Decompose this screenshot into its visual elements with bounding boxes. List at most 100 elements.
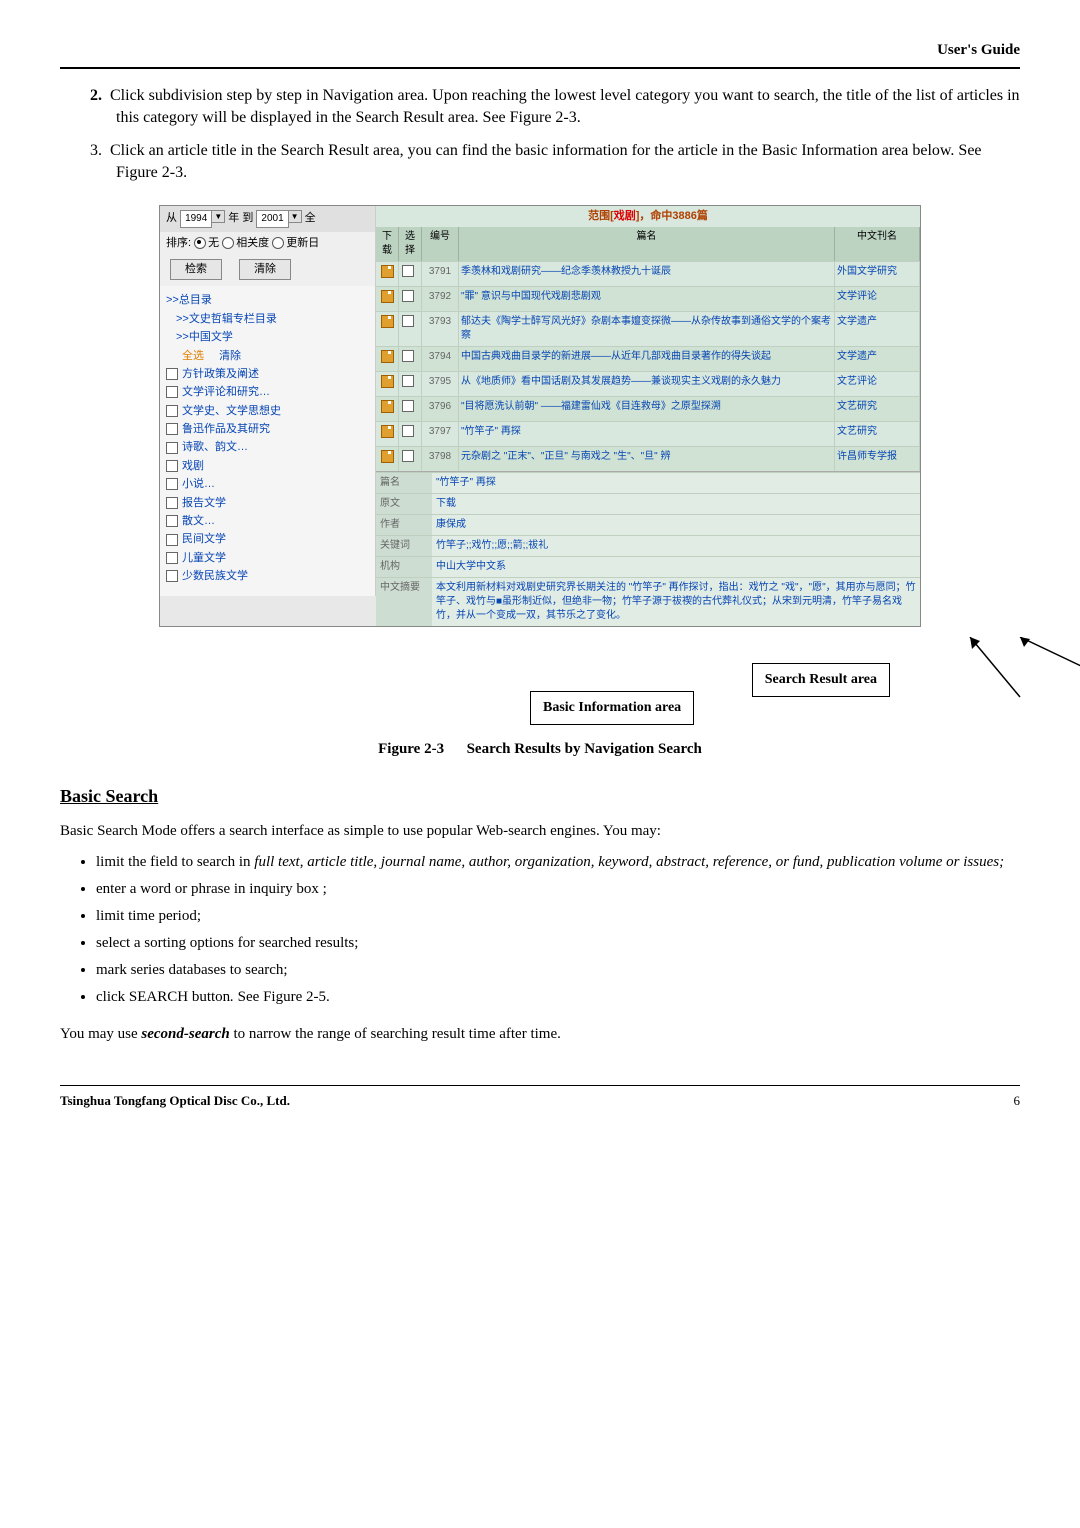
row-title[interactable]: 季羡林和戏剧研究——纪念季羡林教授九十诞辰 (459, 262, 835, 286)
checkbox-icon[interactable] (166, 570, 178, 582)
select-cell[interactable] (399, 287, 422, 311)
download-cell[interactable] (376, 287, 399, 311)
checkbox-icon[interactable] (166, 405, 178, 417)
row-journal[interactable]: 文学评论 (835, 287, 920, 311)
tree-item[interactable]: 小说… (166, 477, 369, 492)
disk-icon[interactable] (381, 400, 394, 413)
tree-item[interactable]: 文学评论和研究… (166, 385, 369, 400)
checkbox-icon[interactable] (402, 290, 414, 302)
select-cell[interactable] (399, 422, 422, 446)
step-3-num: 3. (90, 142, 102, 159)
disk-icon[interactable] (381, 375, 394, 388)
checkbox-icon[interactable] (166, 442, 178, 454)
disk-icon[interactable] (381, 315, 394, 328)
checkbox-icon[interactable] (166, 423, 178, 435)
disk-icon[interactable] (381, 425, 394, 438)
tree-root[interactable]: >>总目录 (166, 293, 369, 308)
section-basic-search: Basic Search (60, 784, 1020, 809)
checkbox-icon[interactable] (166, 368, 178, 380)
tree-item[interactable]: 少数民族文学 (166, 569, 369, 584)
row-journal[interactable]: 文学遗产 (835, 347, 920, 371)
select-cell[interactable] (399, 447, 422, 471)
tree-clear[interactable]: 清除 (219, 350, 241, 362)
tree-item[interactable]: 民间文学 (166, 532, 369, 547)
year-to-select[interactable]: 2001 (256, 210, 288, 228)
disk-icon[interactable] (381, 450, 394, 463)
tree-item[interactable]: 鲁迅作品及其研究 (166, 422, 369, 437)
year-from-select[interactable]: 1994 (180, 210, 212, 228)
tree-actions: 全选 清除 (176, 349, 369, 364)
download-cell[interactable] (376, 372, 399, 396)
tree-node-1[interactable]: >>文史哲辑专栏目录 (176, 312, 369, 327)
checkbox-icon[interactable] (402, 425, 414, 437)
checkbox-icon[interactable] (402, 265, 414, 277)
category-tree: >>总目录 >>文史哲辑专栏目录 >>中国文学 全选 清除 方针政策及阐述文学评… (160, 286, 375, 595)
figure-2-3: 从 1994▼ 年 到 2001▼ 全 排序: 无 相关度 更新日 检索 清除 … (60, 205, 1020, 760)
tree-item[interactable]: 方针政策及阐述 (166, 367, 369, 382)
row-journal[interactable]: 文艺研究 (835, 397, 920, 421)
checkbox-icon[interactable] (166, 497, 178, 509)
download-cell[interactable] (376, 347, 399, 371)
row-title[interactable]: "竹竿子" 再探 (459, 422, 835, 446)
tree-node-2[interactable]: >>中国文学 (176, 330, 369, 345)
row-title[interactable]: 郁达夫《陶学士醉写风光好》杂剧本事嬗变探微——从杂传故事到通俗文学的个案考察 (459, 312, 835, 346)
disk-icon[interactable] (381, 350, 394, 363)
tree-item[interactable]: 诗歌、韵文… (166, 440, 369, 455)
checkbox-icon[interactable] (166, 552, 178, 564)
checkbox-icon[interactable] (402, 350, 414, 362)
row-journal[interactable]: 文学遗产 (835, 312, 920, 346)
all-label: 全 (305, 212, 316, 224)
row-journal[interactable]: 许昌师专学报 (835, 447, 920, 471)
checkbox-icon[interactable] (166, 534, 178, 546)
disk-icon[interactable] (381, 265, 394, 278)
tree-item[interactable]: 戏剧 (166, 459, 369, 474)
tree-item[interactable]: 儿童文学 (166, 551, 369, 566)
tree-item-label: 小说… (182, 478, 215, 490)
chevron-down-icon[interactable]: ▼ (212, 210, 225, 223)
row-title[interactable]: "目将愿洗认前朝" ——福建雷仙戏《目连救母》之原型探溯 (459, 397, 835, 421)
disk-icon[interactable] (381, 290, 394, 303)
download-cell[interactable] (376, 422, 399, 446)
bullet-3: limit time period; (96, 906, 1020, 927)
dv-src[interactable]: 下载 (432, 494, 920, 514)
checkbox-icon[interactable] (402, 375, 414, 387)
row-journal[interactable]: 文艺研究 (835, 422, 920, 446)
row-title[interactable]: 元杂剧之 "正末"、"正旦" 与南戏之 "生"、"旦" 辨 (459, 447, 835, 471)
download-cell[interactable] (376, 262, 399, 286)
checkbox-icon[interactable] (166, 386, 178, 398)
download-cell[interactable] (376, 397, 399, 421)
download-cell[interactable] (376, 447, 399, 471)
row-title[interactable]: 中国古典戏曲目录学的新进展——从近年几部戏曲目录著作的得失谈起 (459, 347, 835, 371)
row-journal[interactable]: 外国文学研究 (835, 262, 920, 286)
row-title[interactable]: 从《地质师》看中国话剧及其发展趋势——兼谈现实主义戏剧的永久魅力 (459, 372, 835, 396)
row-title[interactable]: "罪" 意识与中国现代戏剧悲剧观 (459, 287, 835, 311)
select-cell[interactable] (399, 262, 422, 286)
row-number: 3792 (422, 287, 459, 311)
tree-item[interactable]: 散文… (166, 514, 369, 529)
chevron-down-icon[interactable]: ▼ (289, 210, 302, 223)
select-cell[interactable] (399, 347, 422, 371)
checkbox-icon[interactable] (402, 450, 414, 462)
checkbox-icon[interactable] (166, 515, 178, 527)
tree-select-all[interactable]: 全选 (182, 350, 204, 362)
row-journal[interactable]: 文艺评论 (835, 372, 920, 396)
download-cell[interactable] (376, 312, 399, 346)
checkbox-icon[interactable] (402, 400, 414, 412)
tree-item[interactable]: 文学史、文学思想史 (166, 404, 369, 419)
select-cell[interactable] (399, 312, 422, 346)
checkbox-icon[interactable] (402, 315, 414, 327)
clear-button[interactable]: 清除 (239, 259, 291, 280)
radio-none[interactable] (194, 237, 206, 249)
select-cell[interactable] (399, 397, 422, 421)
search-button[interactable]: 检索 (170, 259, 222, 280)
footer-company: Tsinghua Tongfang Optical Disc Co., Ltd. (60, 1092, 290, 1110)
radio-date[interactable] (272, 237, 284, 249)
checkbox-icon[interactable] (166, 460, 178, 472)
radio-relevance[interactable] (222, 237, 234, 249)
row-number: 3794 (422, 347, 459, 371)
table-row: 3798元杂剧之 "正末"、"正旦" 与南戏之 "生"、"旦" 辨许昌师专学报 (376, 446, 920, 471)
select-cell[interactable] (399, 372, 422, 396)
checkbox-icon[interactable] (166, 478, 178, 490)
th-journal: 中文刊名 (835, 227, 920, 261)
tree-item[interactable]: 报告文学 (166, 496, 369, 511)
